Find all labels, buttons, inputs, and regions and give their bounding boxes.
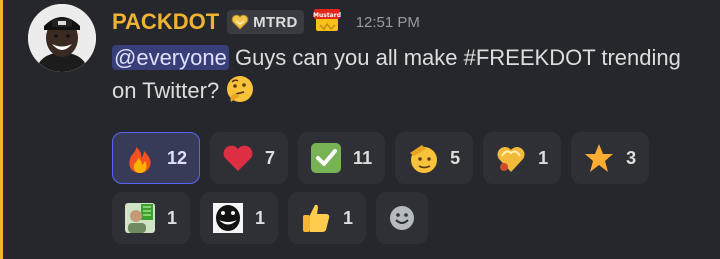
reaction-count: 12 <box>167 147 188 168</box>
username[interactable]: PACKDOT <box>112 9 219 35</box>
reaction-star[interactable]: 3 <box>571 132 650 184</box>
smiley-add-reaction-icon <box>390 206 415 230</box>
reaction-count: 11 <box>353 147 373 168</box>
avatar[interactable] <box>28 4 96 72</box>
mention-highlight-bar <box>0 0 3 259</box>
svg-text:Mustard: Mustard <box>313 12 341 19</box>
fire-emoji-icon <box>129 147 151 173</box>
reaction-count: 5 <box>450 147 461 168</box>
mustard-badge-icon[interactable]: Mustard <box>312 5 342 39</box>
reaction-gold-heart[interactable]: 1 <box>483 132 562 184</box>
star-emoji-icon <box>585 144 614 172</box>
reactions-bar: 12 7 11 5 1 3 1 1 1 <box>112 132 712 244</box>
reaction-count: 1 <box>538 147 549 168</box>
message-content: @everyone Guys can you all make #FREEKDO… <box>112 42 702 107</box>
custom-person-money-emoji-icon <box>125 203 155 233</box>
timestamp[interactable]: 12:51 PM <box>356 14 420 31</box>
message: PACKDOT MTRD Mustard 12:51 PM @everyone … <box>0 0 720 259</box>
reaction-thumbs-up[interactable]: 1 <box>288 192 367 244</box>
thinking-face-emoji-icon <box>225 76 255 103</box>
message-header: PACKDOT MTRD Mustard 12:51 PM <box>112 6 420 38</box>
add-reaction-button[interactable] <box>376 192 429 244</box>
role-tag-label: MTRD <box>253 13 298 31</box>
gold-heart-icon <box>231 14 249 30</box>
custom-smile-face-emoji-icon <box>213 203 244 233</box>
reaction-check[interactable]: 11 <box>298 132 386 184</box>
red-heart-emoji-icon <box>223 145 253 171</box>
reaction-heart[interactable]: 7 <box>210 132 289 184</box>
reaction-count: 1 <box>167 207 178 228</box>
reaction-person-money[interactable]: 1 <box>112 192 191 244</box>
thumbs-up-emoji-icon <box>303 204 330 232</box>
role-tag[interactable]: MTRD <box>227 10 304 34</box>
reaction-smile-face[interactable]: 1 <box>200 192 279 244</box>
check-mark-emoji-icon <box>311 143 342 173</box>
reaction-count: 1 <box>255 207 266 228</box>
reaction-count: 7 <box>265 147 276 168</box>
reaction-fire[interactable]: 12 <box>112 132 201 184</box>
reaction-count: 1 <box>343 207 354 228</box>
reaction-count: 3 <box>626 147 637 168</box>
reaction-salute[interactable]: 5 <box>395 132 474 184</box>
saluting-face-emoji-icon <box>410 145 438 173</box>
custom-gold-heart-emoji-icon <box>497 147 525 172</box>
everyone-mention[interactable]: @everyone <box>112 45 229 70</box>
